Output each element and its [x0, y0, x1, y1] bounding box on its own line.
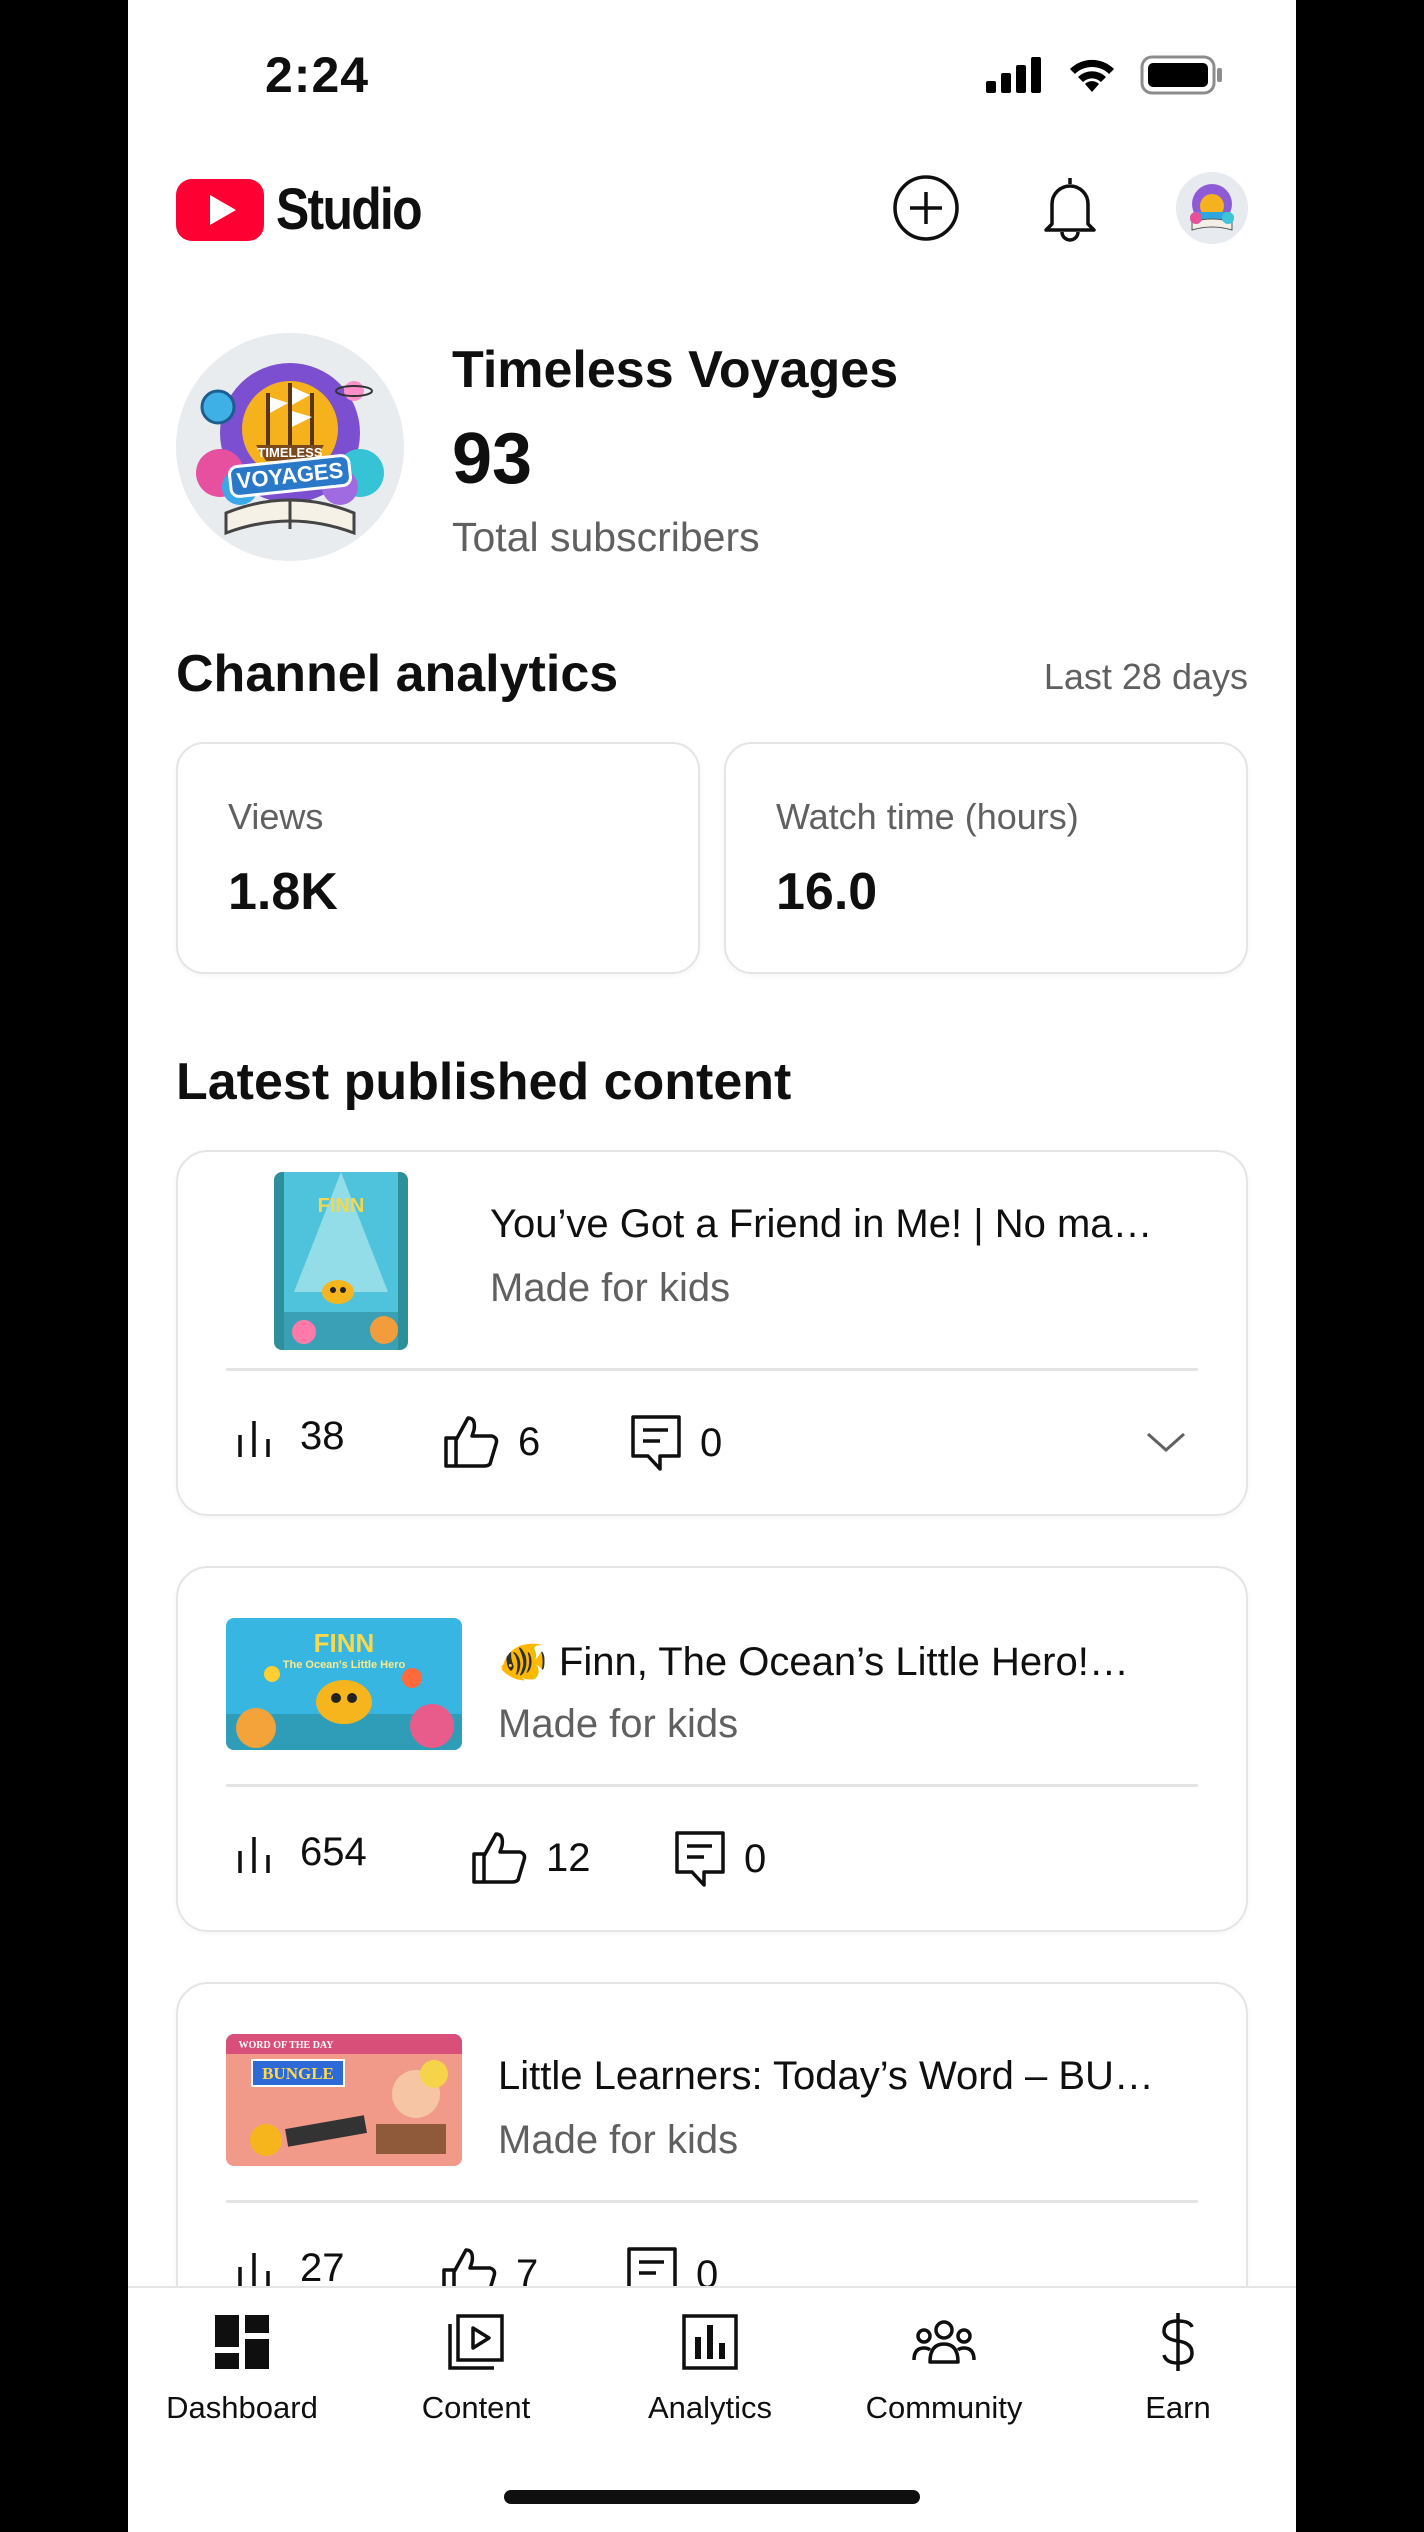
app-header: Studio — [128, 168, 1296, 248]
likes-stat: 12 — [470, 1830, 591, 1886]
views-stat: 38 — [236, 1414, 345, 1459]
dashboard-icon — [215, 2315, 269, 2369]
latest-content-title: Latest published content — [176, 1053, 792, 1111]
nav-label: Earn — [1145, 2390, 1211, 2425]
bell-icon — [1044, 178, 1096, 242]
chevron-down-icon — [1147, 1432, 1185, 1453]
status-time: 2:24 — [265, 47, 370, 103]
video-audience: Made for kids — [498, 2118, 739, 2162]
metric-label: Watch time (hours) — [776, 796, 1079, 837]
video-thumbnail-image: BUNGLE WORD OF THE DAY — [226, 2034, 462, 2166]
nav-content[interactable]: Content — [366, 2310, 586, 2426]
metric-value: 1.8K — [228, 863, 338, 921]
thumbnail-subtext: The Ocean's Little Hero — [283, 1659, 406, 1671]
subscriber-label: Total subscribers — [452, 514, 760, 560]
community-icon — [912, 2320, 976, 2364]
views-count: 38 — [300, 1414, 345, 1458]
comments-count: 0 — [700, 1420, 723, 1465]
analytics-period: Last 28 days — [1043, 656, 1248, 697]
youtube-play-icon — [176, 178, 264, 241]
account-avatar[interactable] — [1176, 172, 1248, 244]
comment-icon — [631, 1415, 681, 1471]
wifi-icon — [1070, 59, 1114, 92]
watch-time-card[interactable]: Watch time (hours) 16.0 — [724, 742, 1248, 974]
bar-chart-icon — [238, 1420, 270, 1457]
nav-label: Community — [865, 2390, 1023, 2425]
thumbnail-text: BUNGLE — [262, 2064, 334, 2083]
video-thumbnail[interactable]: FINN The Ocean's Little Hero — [226, 1618, 462, 1750]
notifications-button[interactable] — [1034, 172, 1106, 244]
app-name: Studio — [276, 177, 423, 242]
likes-count: 12 — [546, 1835, 591, 1880]
video-thumbnail[interactable]: BUNGLE WORD OF THE DAY — [226, 2034, 462, 2166]
views-count: 27 — [300, 2246, 345, 2290]
video-title[interactable]: You’ve Got a Friend in Me! | No ma… — [490, 1202, 1202, 1247]
nav-dashboard[interactable]: Dashboard — [132, 2310, 352, 2426]
likes-count: 6 — [518, 1419, 541, 1464]
views-stat: 27 — [236, 2246, 345, 2291]
nav-analytics[interactable]: Analytics — [600, 2310, 820, 2426]
nav-community[interactable]: Community — [834, 2310, 1054, 2426]
channel-avatar[interactable]: TIMELESS VOYAGES — [176, 333, 404, 561]
analytics-title: Channel analytics — [176, 645, 619, 703]
status-icons — [986, 55, 1224, 95]
create-button[interactable] — [890, 172, 962, 244]
app-screen: 2:24 Studio TIMELESS VOYAGES Timeless Vo… — [128, 0, 1296, 2532]
channel-logo-small-icon — [1176, 172, 1248, 244]
views-stat: 654 — [236, 1830, 367, 1875]
video-card[interactable]: FINN The Ocean's Little Hero 🐠 Finn, The… — [176, 1566, 1248, 1932]
comment-icon — [675, 1831, 725, 1887]
video-thumbnail[interactable]: FINN — [274, 1172, 408, 1350]
video-title[interactable]: 🐠 Finn, The Ocean’s Little Hero!… — [498, 1638, 1202, 1685]
comments-stat: 0 — [674, 1830, 766, 1888]
video-thumbnail-image: FINN The Ocean's Little Hero — [226, 1618, 462, 1750]
video-audience: Made for kids — [490, 1266, 731, 1310]
video-card[interactable]: FINN You’ve Got a Friend in Me! | No ma…… — [176, 1150, 1248, 1516]
subscriber-count: 93 — [452, 419, 533, 499]
thumbnail-text: FINN — [318, 1195, 365, 1217]
card-divider — [226, 2200, 1198, 2203]
nav-label: Dashboard — [166, 2390, 318, 2425]
metric-label: Views — [228, 796, 324, 837]
bar-chart-icon — [238, 2252, 270, 2289]
home-indicator[interactable] — [504, 2490, 920, 2504]
thumbnail-text: FINN — [314, 1628, 375, 1658]
nav-label: Analytics — [647, 2390, 773, 2425]
card-divider — [226, 1368, 1198, 1371]
video-thumbnail-image: FINN — [274, 1172, 408, 1350]
comments-count: 0 — [744, 1836, 767, 1881]
expand-button[interactable] — [1142, 1418, 1190, 1466]
youtube-studio-logo[interactable]: Studio — [176, 176, 444, 243]
bar-chart-icon — [238, 1836, 270, 1873]
dollar-icon — [1162, 2313, 1194, 2371]
video-audience: Made for kids — [498, 1702, 739, 1746]
metric-value: 16.0 — [776, 863, 878, 921]
likes-stat: 6 — [442, 1414, 540, 1470]
content-icon — [448, 2314, 504, 2370]
nav-label: Content — [421, 2390, 531, 2425]
views-count: 654 — [300, 1830, 367, 1874]
card-divider — [226, 1784, 1198, 1787]
channel-logo-icon: TIMELESS VOYAGES — [176, 333, 404, 561]
video-title[interactable]: Little Learners: Today’s Word – BU… — [498, 2054, 1202, 2099]
comments-stat: 0 — [630, 1414, 722, 1472]
thumbs-up-icon — [444, 1416, 499, 1468]
thumbnail-subtext: WORD OF THE DAY — [239, 2040, 335, 2051]
battery-icon — [1140, 55, 1222, 95]
add-circle-icon — [893, 175, 959, 241]
analytics-icon — [682, 2314, 738, 2370]
signal-icon — [986, 57, 1041, 93]
thumbs-up-icon — [472, 1832, 527, 1884]
views-card[interactable]: Views 1.8K — [176, 742, 700, 974]
channel-logo-text-top: TIMELESS — [257, 445, 322, 460]
channel-name: Timeless Voyages — [452, 341, 899, 399]
nav-earn[interactable]: Earn — [1068, 2310, 1288, 2426]
